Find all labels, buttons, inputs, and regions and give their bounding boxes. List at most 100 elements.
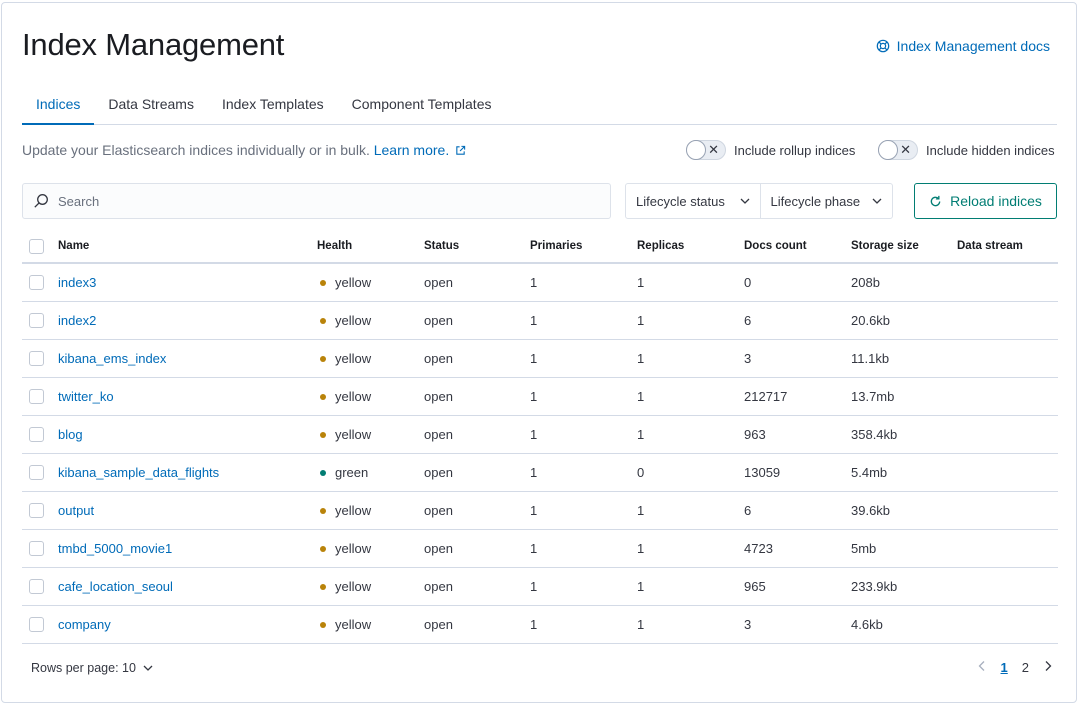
cell-replicas: 0 bbox=[637, 465, 645, 480]
table-row: output yellow open 1 1 6 39.6kb bbox=[22, 492, 1058, 530]
row-checkbox[interactable] bbox=[29, 579, 44, 594]
table-row: company yellow open 1 1 3 4.6kb bbox=[22, 606, 1058, 644]
cell-primaries: 1 bbox=[530, 503, 538, 518]
lifecycle-status-filter[interactable]: Lifecycle status bbox=[626, 184, 760, 218]
health-status-icon bbox=[320, 431, 326, 438]
hidden-toggle-group: ✕ Include hidden indices bbox=[878, 140, 1055, 160]
cell-primaries: 1 bbox=[530, 617, 538, 632]
row-checkbox[interactable] bbox=[29, 351, 44, 366]
row-checkbox[interactable] bbox=[29, 427, 44, 442]
cell-replicas: 1 bbox=[637, 427, 645, 442]
search-icon bbox=[34, 194, 48, 208]
cell-name: index3 bbox=[58, 264, 96, 301]
row-checkbox[interactable] bbox=[29, 503, 44, 518]
index-name-link[interactable]: index2 bbox=[58, 313, 96, 328]
cell-replicas: 1 bbox=[637, 617, 645, 632]
close-icon: ✕ bbox=[900, 142, 911, 157]
rows-per-page-selector[interactable]: Rows per page: 10 bbox=[31, 661, 154, 675]
hidden-toggle-label: Include hidden indices bbox=[926, 142, 1055, 158]
health-status-icon bbox=[320, 393, 326, 400]
cell-primaries: 1 bbox=[530, 541, 538, 556]
close-icon: ✕ bbox=[708, 142, 719, 157]
health-label: yellow bbox=[335, 351, 372, 366]
index-name-link[interactable]: cafe_location_seoul bbox=[58, 579, 173, 594]
column-header-docs-count[interactable]: Docs count bbox=[744, 230, 807, 262]
row-checkbox[interactable] bbox=[29, 617, 44, 632]
cell-health: yellow bbox=[320, 606, 371, 643]
tab-index-templates[interactable]: Index Templates bbox=[208, 84, 338, 125]
cell-replicas: 1 bbox=[637, 313, 645, 328]
next-page-button[interactable] bbox=[1043, 660, 1053, 675]
rollup-toggle[interactable]: ✕ bbox=[686, 140, 726, 160]
page-2-button[interactable]: 2 bbox=[1022, 660, 1029, 675]
column-header-name[interactable]: Name bbox=[58, 230, 89, 262]
health-status-icon bbox=[320, 469, 326, 476]
cell-docs-count: 963 bbox=[744, 427, 766, 442]
tab-indices[interactable]: Indices bbox=[22, 84, 95, 125]
cell-storage-size: 4.6kb bbox=[851, 617, 883, 632]
chevron-down-icon bbox=[872, 198, 882, 204]
cell-docs-count: 0 bbox=[744, 275, 752, 290]
column-header-status[interactable]: Status bbox=[424, 230, 459, 262]
cell-name: kibana_ems_index bbox=[58, 340, 166, 377]
cell-primaries: 1 bbox=[530, 351, 538, 366]
rollup-toggle-group: ✕ Include rollup indices bbox=[686, 140, 855, 160]
cell-docs-count: 212717 bbox=[744, 389, 788, 404]
cell-health: yellow bbox=[320, 340, 371, 377]
column-header-replicas[interactable]: Replicas bbox=[637, 230, 684, 262]
docs-link[interactable]: Index Management docs bbox=[876, 38, 1050, 54]
cell-storage-size: 20.6kb bbox=[851, 313, 891, 328]
column-header-data-stream[interactable]: Data stream bbox=[957, 230, 1023, 262]
index-name-link[interactable]: kibana_ems_index bbox=[58, 351, 166, 366]
health-label: yellow bbox=[335, 579, 372, 594]
tab-component-templates[interactable]: Component Templates bbox=[338, 84, 506, 125]
row-checkbox[interactable] bbox=[29, 275, 44, 290]
previous-page-button[interactable] bbox=[977, 660, 987, 675]
column-header-storage-size[interactable]: Storage size bbox=[851, 230, 919, 262]
cell-health: yellow bbox=[320, 302, 371, 339]
reload-indices-button[interactable]: Reload indices bbox=[914, 183, 1057, 219]
row-checkbox[interactable] bbox=[29, 541, 44, 556]
column-header-health[interactable]: Health bbox=[317, 230, 352, 262]
chevron-left-icon bbox=[978, 661, 984, 671]
cell-storage-size: 233.9kb bbox=[851, 579, 898, 594]
index-name-link[interactable]: tmbd_5000_movie1 bbox=[58, 541, 172, 556]
chevron-down-icon bbox=[143, 665, 153, 671]
search-box bbox=[22, 183, 611, 219]
row-checkbox[interactable] bbox=[29, 313, 44, 328]
cell-replicas: 1 bbox=[637, 503, 645, 518]
health-status-icon bbox=[320, 545, 326, 552]
search-input[interactable] bbox=[58, 193, 578, 209]
health-status-icon bbox=[320, 621, 326, 628]
cell-primaries: 1 bbox=[530, 579, 538, 594]
tab-bar: Indices Data Streams Index Templates Com… bbox=[22, 84, 1057, 125]
cell-name: output bbox=[58, 492, 94, 529]
cell-storage-size: 5.4mb bbox=[851, 465, 888, 480]
cell-status: open bbox=[424, 503, 453, 518]
index-name-link[interactable]: twitter_ko bbox=[58, 389, 114, 404]
cell-health: yellow bbox=[320, 530, 371, 567]
cell-status: open bbox=[424, 465, 453, 480]
learn-more-link[interactable]: Learn more. bbox=[374, 142, 466, 158]
index-name-link[interactable]: output bbox=[58, 503, 94, 518]
index-name-link[interactable]: company bbox=[58, 617, 111, 632]
tab-data-streams[interactable]: Data Streams bbox=[94, 84, 208, 125]
index-name-link[interactable]: index3 bbox=[58, 275, 96, 290]
index-name-link[interactable]: kibana_sample_data_flights bbox=[58, 465, 219, 480]
health-status-icon bbox=[320, 355, 326, 362]
cell-primaries: 1 bbox=[530, 275, 538, 290]
row-checkbox[interactable] bbox=[29, 389, 44, 404]
table-body: index3 yellow open 1 1 0 208b index2 yellow open 1… bbox=[22, 264, 1058, 644]
column-header-primaries[interactable]: Primaries bbox=[530, 230, 582, 262]
index-name-link[interactable]: blog bbox=[58, 427, 83, 442]
toggle-knob bbox=[686, 140, 706, 160]
hidden-toggle[interactable]: ✕ bbox=[878, 140, 918, 160]
cell-status: open bbox=[424, 275, 453, 290]
cell-docs-count: 965 bbox=[744, 579, 766, 594]
health-label: yellow bbox=[335, 427, 372, 442]
page-1-button[interactable]: 1 bbox=[1001, 660, 1008, 675]
select-all-checkbox[interactable] bbox=[29, 238, 44, 254]
row-checkbox[interactable] bbox=[29, 465, 44, 480]
lifecycle-phase-filter[interactable]: Lifecycle phase bbox=[759, 184, 893, 218]
cell-health: green bbox=[320, 454, 368, 491]
